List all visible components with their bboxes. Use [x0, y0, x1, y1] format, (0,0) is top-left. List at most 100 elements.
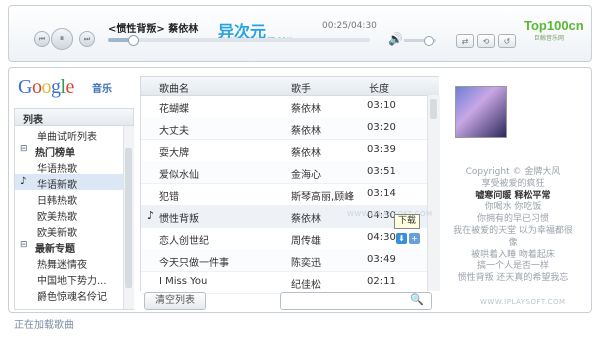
pause-icon: ⏸ — [59, 34, 65, 44]
sidebar-item-label: 日韩热歌 — [37, 196, 77, 206]
previous-button[interactable]: ⏮ — [34, 31, 50, 47]
sidebar-item-label: 热舞迷情夜 — [37, 260, 87, 270]
cell-title: 爱似水仙 — [159, 170, 199, 181]
now-playing-icon: ♪ — [147, 209, 155, 222]
repeat-one-button[interactable]: ↺ — [498, 34, 516, 48]
logo-letter: o — [41, 76, 51, 98]
volume-slider[interactable] — [404, 36, 436, 46]
cell-artist: 蔡依林 — [291, 214, 321, 225]
collapse-icon[interactable]: ⊟ — [20, 240, 28, 250]
cell-artist: 蔡依林 — [291, 126, 321, 137]
music-logo-label: 音乐 — [92, 84, 112, 95]
cell-title: 犯错 — [159, 192, 179, 203]
cell-title: 今天只做一件事 — [159, 258, 229, 269]
loop-icon: ↺ — [503, 36, 511, 46]
column-header-length[interactable]: 长度 — [369, 80, 389, 95]
cell-artist: 金海心 — [291, 170, 321, 181]
sidebar-item[interactable]: 日韩热歌 — [15, 190, 123, 206]
cell-title: 惯性背叛 — [159, 214, 199, 225]
cell-artist: 斯琴高丽,顾峰 — [291, 192, 355, 203]
cell-length: 03:10 — [367, 100, 396, 111]
column-header-artist[interactable]: 歌手 — [291, 80, 311, 95]
cell-title: 花蝴蝶 — [159, 104, 189, 115]
song-table: 歌曲名 歌手 长度 花蝴蝶 蔡依林 03:10 大丈夫 蔡依林 03:20 耍大牌 蔡依林 03… — [140, 76, 440, 294]
cell-length: 02:11 — [367, 276, 396, 287]
column-header-title[interactable]: 歌曲名 — [159, 80, 189, 95]
table-scrollbar[interactable] — [427, 95, 440, 291]
now-playing-title: <惯性背叛> 蔡依林 — [108, 24, 199, 35]
next-button[interactable]: ⏭ — [79, 31, 95, 47]
table-row[interactable]: 大丈夫 蔡依林 03:20 — [141, 117, 427, 140]
cell-title: 恋人创世纪 — [159, 236, 209, 247]
sidebar-item[interactable]: 欧美热歌 — [15, 206, 123, 222]
sidebar-item-label: 华语新歌 — [37, 180, 77, 190]
table-row[interactable]: 耍大牌 蔡依林 03:39 — [141, 139, 427, 162]
cell-artist: 周传雄 — [291, 236, 321, 247]
progress-handle[interactable] — [127, 35, 139, 46]
pause-button[interactable]: ⏸ — [51, 28, 73, 50]
sidebar-item[interactable]: ⊟ 最新专题 — [15, 238, 123, 254]
sidebar-item[interactable]: 爵色惊魂名伶记 — [15, 286, 123, 302]
cell-length: 04:30 — [367, 232, 396, 243]
volume-icon[interactable]: 🔊 — [388, 32, 403, 46]
repeat-icon: ⟲ — [482, 36, 490, 46]
table-row[interactable]: 犯错 斯琴高丽,顾峰 03:14 — [141, 183, 427, 206]
cell-title: I Miss You — [159, 276, 208, 287]
sidebar-item[interactable]: 华语热歌 — [15, 158, 123, 174]
top100-logo-text: Top100cn — [524, 18, 584, 33]
status-text: 正在加载歌曲 — [14, 320, 74, 331]
playing-icon: ♪ — [20, 176, 27, 187]
cell-artist: 蔡依林 — [291, 104, 321, 115]
shuffle-button[interactable]: ⇄ — [456, 34, 474, 48]
sidebar-item-label: 爵色惊魂名伶记 — [37, 292, 107, 302]
table-row[interactable]: 恋人创世纪 周传雄 04:30 — [141, 227, 427, 250]
previous-icon: ⏮ — [38, 34, 46, 43]
sidebar-item[interactable]: ⊟ 热门榜单 — [15, 142, 123, 158]
search-icon[interactable]: 🔍 — [406, 293, 428, 309]
cell-artist: 纪佳松 — [291, 280, 321, 291]
next-icon: ⏭ — [83, 34, 91, 43]
sidebar-item[interactable]: 欧美新歌 — [15, 222, 123, 238]
sidebar-item[interactable]: 单曲试听列表 — [15, 126, 123, 142]
cell-length: 03:51 — [367, 166, 396, 177]
cell-artist: 蔡依林 — [291, 148, 321, 159]
sidebar-item-label: 最新专题 — [35, 244, 75, 254]
sidebar-title: 列表 — [23, 115, 43, 126]
logo-letter: G — [18, 76, 32, 98]
table-row[interactable]: I Miss You 纪佳松 02:11 — [141, 271, 427, 294]
sidebar-header: 列表 — [15, 109, 133, 126]
sidebar-item[interactable]: 中国地下势力... — [15, 270, 123, 286]
shuffle-icon: ⇄ — [461, 36, 469, 46]
sidebar-item-label: 欧美热歌 — [37, 212, 77, 222]
collapse-icon[interactable]: ⊟ — [20, 144, 28, 154]
sidebar-item-label: 热门榜单 — [35, 148, 75, 158]
cell-title: 大丈夫 — [159, 126, 189, 137]
top100-logo-subtext: 巨鲸音乐网 — [534, 35, 565, 42]
download-icon[interactable]: ⬇ — [396, 233, 407, 244]
sidebar-scroll-thumb[interactable] — [125, 148, 132, 288]
progress-slider[interactable] — [108, 35, 370, 46]
table-row[interactable]: 花蝴蝶 蔡依林 03:10 — [141, 95, 427, 118]
sidebar-item-label: 中国地下势力... — [37, 276, 107, 286]
lyrics-watermark: WWW.IPLAYSOFT.COM — [480, 298, 566, 306]
cell-length: 03:39 — [367, 144, 396, 155]
time-display: 00:25/04:30 — [322, 21, 377, 31]
sidebar-item[interactable]: 热舞迷情夜 — [15, 254, 123, 270]
sidebar-item-label: 欧美新歌 — [37, 228, 77, 238]
sidebar-item-label: 华语热歌 — [37, 164, 77, 174]
add-icon[interactable]: + — [409, 233, 420, 244]
sidebar-scrollbar[interactable] — [123, 126, 134, 309]
table-row[interactable]: 爱似水仙 金海心 03:51 — [141, 161, 427, 184]
download-tooltip: 下载 — [394, 214, 420, 229]
cell-length: 03:20 — [367, 122, 396, 133]
cell-artist: 陈奕迅 — [291, 258, 321, 269]
logo-letter: e — [65, 76, 75, 98]
cell-title: 耍大牌 — [159, 148, 189, 159]
repeat-button[interactable]: ⟲ — [477, 34, 495, 48]
volume-handle[interactable] — [424, 36, 434, 46]
sidebar-item[interactable]: ♪ 华语新歌 — [15, 174, 123, 190]
google-logo: Google — [18, 76, 74, 99]
table-scroll-thumb[interactable] — [430, 99, 437, 119]
clear-list-button[interactable]: 清空列表 — [144, 292, 206, 310]
table-row[interactable]: 今天只做一件事 陈奕迅 03:49 — [141, 249, 427, 272]
